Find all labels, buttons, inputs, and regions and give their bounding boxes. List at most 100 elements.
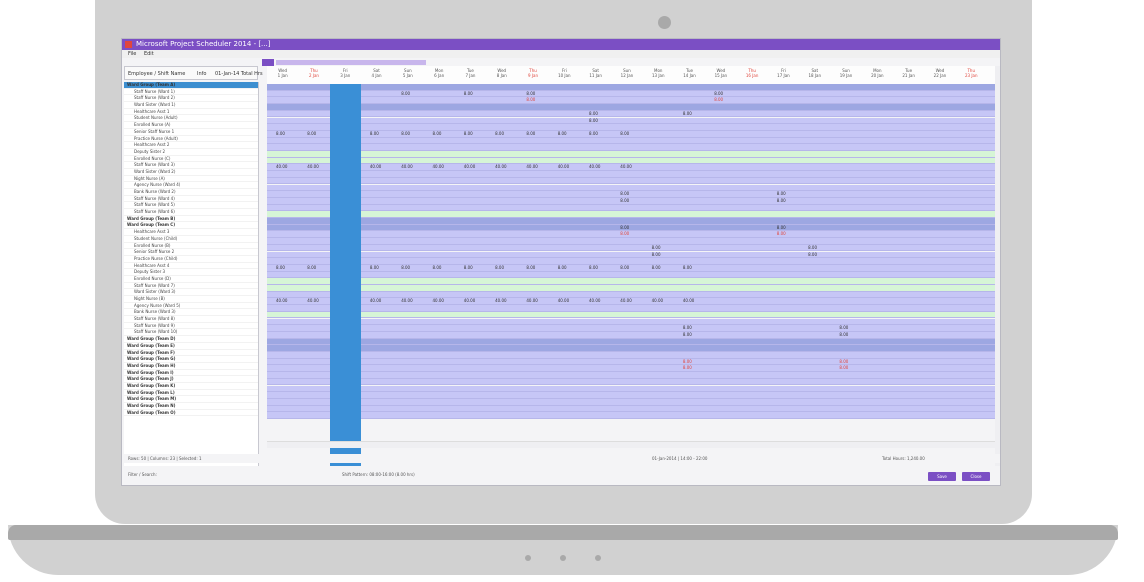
date-column-header[interactable]: Sat 18 Jan	[799, 68, 830, 78]
shift-cell-value[interactable]: 8.00	[777, 225, 786, 231]
date-column-header[interactable]: Mon 20 Jan	[862, 68, 893, 78]
schedule-row[interactable]	[267, 365, 995, 373]
tree-row[interactable]: Student Nurse (Child)	[124, 236, 258, 243]
tree-row[interactable]: Staff Nurse (Ward 4)	[124, 196, 258, 203]
shift-cell-value[interactable]: 40.00	[526, 298, 537, 304]
shift-cell-value[interactable]: 8.00	[808, 245, 817, 251]
tree-row[interactable]: Ward Sister (Ward 2)	[124, 169, 258, 176]
date-column-header[interactable]: Thu 23 Jan	[956, 68, 987, 78]
tree-row[interactable]: Bank Nurse (Ward 3)	[124, 309, 258, 317]
date-column-header[interactable]: Wed 15 Jan	[705, 68, 736, 78]
shift-cell-value[interactable]: 8.00	[433, 131, 442, 137]
schedule-row[interactable]	[267, 258, 995, 265]
shift-cell-value[interactable]: 8.00	[464, 91, 473, 97]
schedule-row[interactable]	[267, 278, 995, 285]
shift-cell-value[interactable]: 40.00	[433, 164, 444, 170]
close-button[interactable]: Close	[962, 472, 990, 481]
shift-cell-value[interactable]: 8.00	[652, 252, 661, 258]
shift-cell-value[interactable]: 8.00	[777, 198, 786, 204]
schedule-row[interactable]	[267, 204, 995, 212]
schedule-row[interactable]	[267, 84, 995, 91]
shift-cell-value[interactable]: 8.00	[526, 265, 535, 271]
shift-cell-value[interactable]: 8.00	[526, 91, 535, 97]
date-column-header[interactable]: Thu 16 Jan	[737, 68, 768, 78]
shift-cell-value[interactable]: 8.00	[401, 91, 410, 97]
schedule-row[interactable]	[267, 385, 995, 393]
shift-cell-value[interactable]: 8.00	[620, 231, 629, 237]
date-column-header[interactable]: Mon 13 Jan	[643, 68, 674, 78]
shift-cell-value[interactable]: 8.00	[589, 118, 598, 124]
tree-row[interactable]: Enrolled Nurse (D)	[124, 276, 258, 283]
shift-cell-value[interactable]: 8.00	[683, 332, 692, 338]
selected-date-column[interactable]	[329, 84, 361, 478]
col-total[interactable]: 01-Jan-14 Total Hrs	[215, 71, 263, 77]
shift-cell-value[interactable]: 8.00	[683, 365, 692, 371]
tree-row[interactable]: Ward Sister (Ward 3)	[124, 289, 258, 296]
schedule-row[interactable]	[267, 405, 995, 413]
shift-cell-value[interactable]: 8.00	[276, 131, 285, 137]
vertical-scrollbar[interactable]	[995, 66, 1000, 478]
shift-cell-value[interactable]: 40.00	[558, 298, 569, 304]
col-info[interactable]: Info	[197, 71, 206, 77]
shift-cell-value[interactable]: 40.00	[370, 298, 381, 304]
tree-row[interactable]: Night Nurse (B)	[124, 296, 258, 303]
shift-cell-value[interactable]: 40.00	[589, 164, 600, 170]
tree-row[interactable]: Ward Group (Team N)	[124, 403, 258, 410]
tree-row[interactable]: Deputy Sister 3	[124, 269, 258, 276]
shift-cell-value[interactable]: 40.00	[495, 298, 506, 304]
shift-cell-value[interactable]: 8.00	[558, 131, 567, 137]
shift-cell-value[interactable]: 40.00	[307, 164, 318, 170]
shift-cell-value[interactable]: 8.00	[370, 265, 379, 271]
schedule-row[interactable]	[267, 291, 995, 299]
schedule-row[interactable]	[267, 218, 995, 225]
tree-row[interactable]: Ward Sister (Ward 1)	[124, 102, 258, 109]
schedule-row[interactable]	[267, 251, 995, 259]
shift-cell-value[interactable]: 40.00	[464, 298, 475, 304]
schedule-row[interactable]	[267, 90, 995, 98]
schedule-row[interactable]	[267, 398, 995, 406]
shift-cell-value[interactable]: 40.00	[620, 298, 631, 304]
schedule-row[interactable]	[267, 352, 995, 359]
shift-cell-value[interactable]: 8.00	[401, 265, 410, 271]
date-column-header[interactable]: Wed 22 Jan	[924, 68, 955, 78]
shift-cell-value[interactable]: 8.00	[589, 131, 598, 137]
schedule-row[interactable]	[267, 224, 995, 232]
schedule-row[interactable]	[267, 197, 995, 205]
tree-row[interactable]: Student Nurse (Adult)	[124, 115, 258, 123]
shift-cell-value[interactable]: 8.00	[714, 97, 723, 103]
horizontal-scrollbar[interactable]	[267, 441, 995, 448]
schedule-row[interactable]	[267, 331, 995, 339]
tree-row[interactable]: Ward Group (Team G)	[124, 356, 258, 363]
shift-cell-value[interactable]: 8.00	[526, 97, 535, 103]
schedule-row[interactable]	[267, 358, 995, 366]
tree-row[interactable]: Staff Nurse (Ward 9)	[124, 323, 258, 330]
shift-cell-value[interactable]: 8.00	[401, 131, 410, 137]
tree-row[interactable]: Enrolled Nurse (C)	[124, 156, 258, 163]
date-column-header[interactable]: Tue 21 Jan	[893, 68, 924, 78]
date-column-header[interactable]: Fri 10 Jan	[549, 68, 580, 78]
shift-cell-value[interactable]: 8.00	[620, 225, 629, 231]
shift-cell-value[interactable]: 8.00	[683, 359, 692, 365]
tree-row[interactable]: Ward Group (Team E)	[124, 343, 258, 350]
schedule-row[interactable]	[267, 238, 995, 245]
shift-cell-value[interactable]: 40.00	[464, 164, 475, 170]
schedule-row[interactable]	[267, 191, 995, 198]
schedule-row[interactable]	[267, 104, 995, 111]
schedule-row[interactable]	[267, 271, 995, 279]
schedule-row[interactable]	[267, 372, 995, 379]
tree-row[interactable]: Night Nurse (A)	[124, 176, 258, 183]
tree-row[interactable]: Enrolled Nurse (B)	[124, 243, 258, 250]
shift-cell-value[interactable]: 8.00	[777, 231, 786, 237]
tree-row[interactable]: Staff Nurse (Ward 8)	[124, 316, 258, 323]
tree-row[interactable]: Ward Group (Team O)	[124, 410, 258, 417]
date-column-header[interactable]: Wed 1 Jan	[267, 68, 298, 78]
shift-cell-value[interactable]: 8.00	[683, 265, 692, 271]
schedule-row[interactable]	[267, 124, 995, 131]
date-column-header[interactable]: Sun 5 Jan	[392, 68, 423, 78]
tree-row[interactable]: Agency Nurse (Ward 4)	[124, 182, 258, 189]
shift-cell-value[interactable]: 8.00	[683, 111, 692, 117]
date-column-header[interactable]: Wed 8 Jan	[486, 68, 517, 78]
tree-row[interactable]: Staff Nurse (Ward 7)	[124, 283, 258, 290]
date-column-header[interactable]: Sat 4 Jan	[361, 68, 392, 78]
shift-cell-value[interactable]: 40.00	[276, 298, 287, 304]
